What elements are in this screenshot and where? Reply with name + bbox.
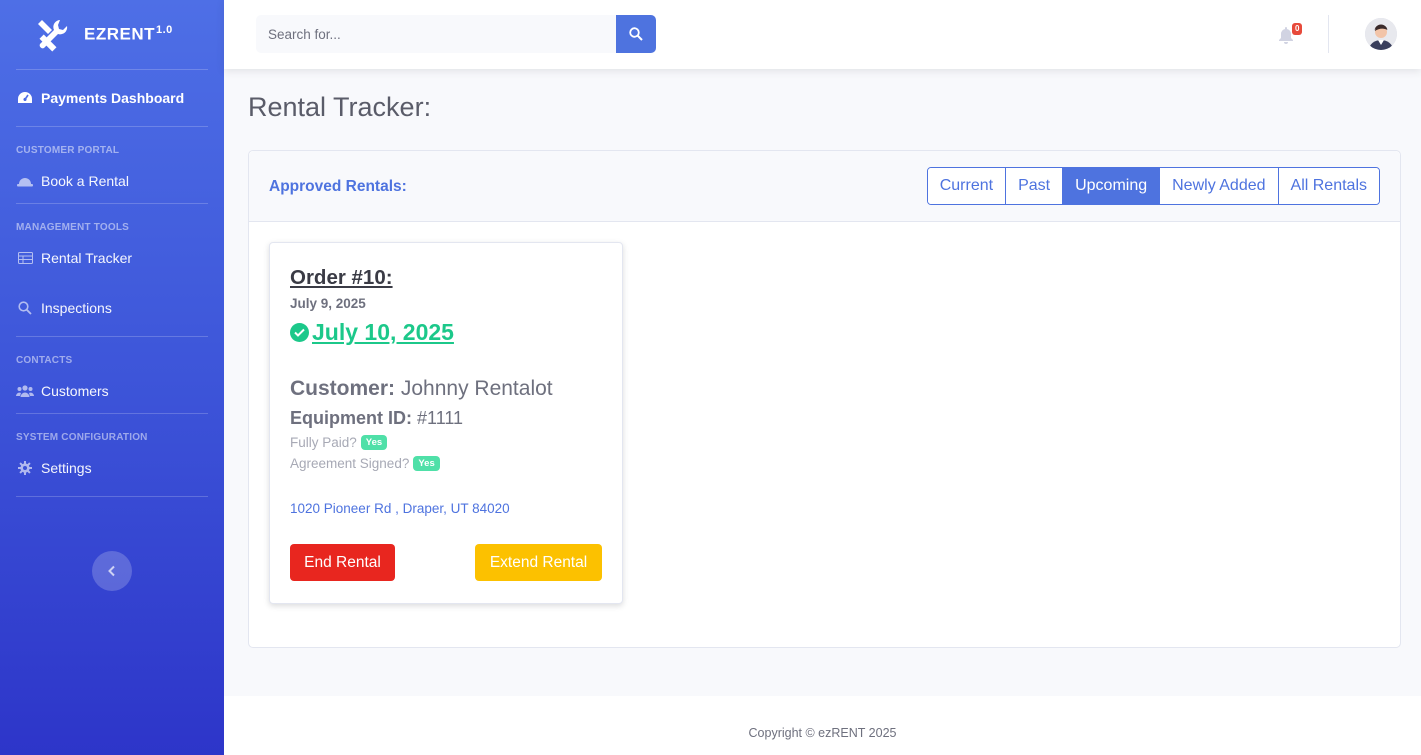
chevron-left-icon <box>108 565 115 577</box>
brand[interactable]: EZRENT1.0 <box>0 0 224 69</box>
fully-paid-line: Fully Paid? Yes <box>290 435 388 450</box>
sidebar-item-label: Customers <box>41 383 109 399</box>
fully-paid-badge: Yes <box>360 435 388 450</box>
check-circle-icon <box>290 323 309 342</box>
section-heading-management-tools: MANAGEMENT TOOLS <box>16 222 130 233</box>
section-heading-customer-portal: CUSTOMER PORTAL <box>16 145 120 156</box>
search-icon <box>16 301 34 315</box>
sidebar-item-settings[interactable]: Settings <box>0 446 224 490</box>
sidebar-item-label: Payments Dashboard <box>41 90 185 106</box>
order-card: Order #10: July 9, 2025 July 10, 2025 Cu… <box>269 242 623 604</box>
return-date-text: July 10, 2025 <box>312 319 454 345</box>
alerts-button[interactable]: 0 <box>1278 23 1303 46</box>
alerts-count-badge: 0 <box>1292 23 1303 35</box>
approved-rentals-card: Approved Rentals: Current Past Upcoming … <box>248 150 1401 648</box>
customer-line: Customer: Johnny Rentalot <box>290 377 553 401</box>
gear-icon <box>16 461 34 475</box>
rental-filter-group: Current Past Upcoming Newly Added All Re… <box>926 167 1380 205</box>
sidebar-item-payments-dashboard[interactable]: Payments Dashboard <box>0 70 224 126</box>
filter-current-button[interactable]: Current <box>927 168 1006 204</box>
filter-past-button[interactable]: Past <box>1005 168 1063 204</box>
sidebar-item-label: Inspections <box>41 300 112 316</box>
topbar-divider <box>1328 15 1329 53</box>
sidebar: EZRENT1.0 Payments Dashboard CUSTOMER PO… <box>0 0 224 755</box>
tachometer-icon <box>16 91 34 105</box>
agreement-signed-label: Agreement Signed? <box>290 456 410 471</box>
equipment-id: #1111 <box>417 408 464 428</box>
brand-version: 1.0 <box>156 24 173 37</box>
filter-all-rentals-button[interactable]: All Rentals <box>1277 168 1379 204</box>
end-rental-button[interactable]: End Rental <box>290 544 395 581</box>
search-icon <box>629 27 643 41</box>
page-title: Rental Tracker: <box>248 92 432 122</box>
users-icon <box>16 385 34 397</box>
sidebar-item-inspections[interactable]: Inspections <box>0 280 224 336</box>
customer-name: Johnny Rentalot <box>400 377 553 400</box>
extend-rental-button[interactable]: Extend Rental <box>475 544 602 581</box>
sidebar-item-rental-tracker[interactable]: Rental Tracker <box>0 236 224 280</box>
equipment-label: Equipment ID: <box>290 408 412 428</box>
tools-icon <box>38 19 68 51</box>
hard-hat-icon <box>16 175 34 187</box>
search-bar <box>256 15 656 53</box>
order-return-date[interactable]: July 10, 2025 <box>290 319 454 346</box>
copyright-text: Copyright © ezRENT 2025 <box>748 726 897 740</box>
avatar-icon <box>1365 18 1397 50</box>
equipment-line: Equipment ID: #1111 <box>290 408 463 429</box>
sidebar-toggle-button[interactable] <box>92 551 132 591</box>
filter-upcoming-button[interactable]: Upcoming <box>1062 168 1160 204</box>
footer: Copyright © ezRENT 2025 <box>224 696 1421 755</box>
order-title[interactable]: Order #10: <box>290 266 393 290</box>
search-button[interactable] <box>616 15 656 53</box>
sidebar-item-book-a-rental[interactable]: Book a Rental <box>0 159 224 203</box>
order-date: July 9, 2025 <box>290 296 366 311</box>
sidebar-divider <box>16 496 208 497</box>
table-icon <box>16 252 34 264</box>
filter-newly-added-button[interactable]: Newly Added <box>1159 168 1278 204</box>
sidebar-item-label: Book a Rental <box>41 173 129 189</box>
agreement-signed-badge: Yes <box>413 456 440 471</box>
topbar: 0 <box>224 0 1421 69</box>
brand-name: EZRENT <box>84 24 155 44</box>
address-link[interactable]: 1020 Pioneer Rd , Draper, UT 84020 <box>290 501 510 516</box>
customer-label: Customer: <box>290 377 396 400</box>
sidebar-item-customers[interactable]: Customers <box>0 369 224 413</box>
card-header: Approved Rentals: Current Past Upcoming … <box>249 151 1400 222</box>
sidebar-item-label: Settings <box>41 460 92 476</box>
section-heading-contacts: CONTACTS <box>16 355 73 366</box>
sidebar-item-label: Rental Tracker <box>41 250 133 266</box>
avatar[interactable] <box>1365 18 1397 50</box>
search-input[interactable] <box>256 15 616 53</box>
fully-paid-label: Fully Paid? <box>290 435 357 450</box>
agreement-signed-line: Agreement Signed? Yes <box>290 456 440 471</box>
card-title: Approved Rentals: <box>269 178 407 195</box>
section-heading-system-configuration: SYSTEM CONFIGURATION <box>16 432 148 443</box>
